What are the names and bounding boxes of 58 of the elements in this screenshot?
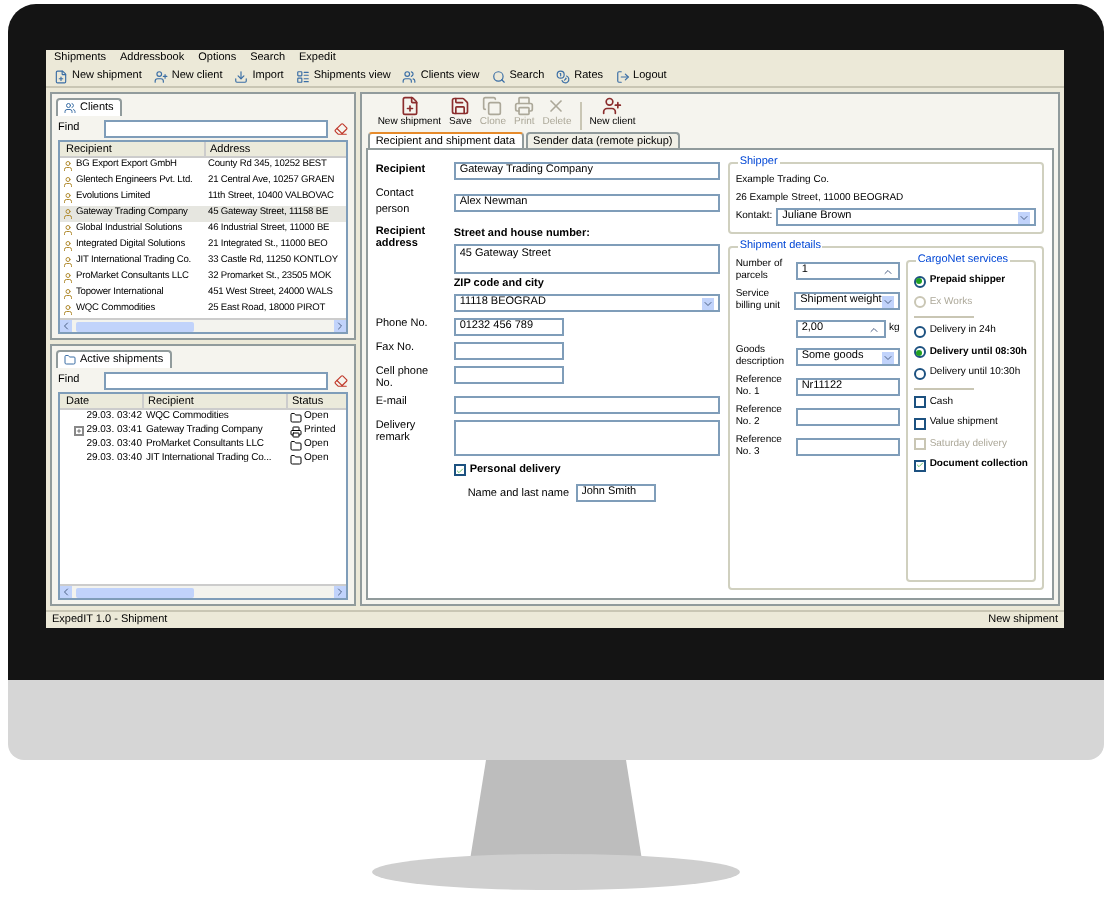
coins-icon (556, 69, 571, 83)
checkbox[interactable] (913, 459, 926, 472)
user-icon (62, 256, 74, 268)
users-icon (402, 69, 417, 83)
document-plus-icon (54, 69, 68, 83)
radio-button[interactable] (913, 346, 926, 359)
checkbox[interactable] (913, 396, 926, 409)
search-icon (491, 69, 506, 83)
find-field[interactable] (104, 371, 328, 389)
user-icon (62, 160, 74, 172)
text-field[interactable] (795, 438, 900, 456)
user-icon (62, 288, 74, 300)
folder-icon (64, 354, 76, 366)
folder-icon (290, 411, 302, 423)
logout-icon (615, 69, 630, 83)
dropdown-caret-icon (881, 295, 894, 307)
list-icon (295, 69, 310, 83)
dropdown-caret-icon (701, 297, 714, 309)
expand-icon[interactable] (74, 426, 85, 436)
scroll-left-icon[interactable] (60, 586, 72, 598)
check-icon (915, 460, 924, 471)
printer-icon (514, 95, 535, 115)
document-plus-icon (399, 95, 420, 115)
find-field[interactable] (104, 119, 328, 137)
printer-icon (290, 425, 302, 437)
horizontal-scrollbar[interactable] (60, 318, 346, 332)
text-field[interactable] (795, 408, 900, 426)
clear-filter-icon[interactable] (333, 373, 348, 387)
checkbox[interactable] (453, 464, 466, 477)
close-icon (546, 95, 567, 115)
horizontal-scrollbar[interactable] (60, 584, 346, 598)
download-icon (234, 69, 249, 83)
scroll-right-icon[interactable] (333, 586, 346, 598)
radio-button[interactable] (913, 275, 926, 288)
user-plus-icon (602, 95, 623, 115)
clear-filter-icon[interactable] (333, 121, 348, 135)
users-icon (64, 102, 76, 114)
checkbox[interactable] (913, 417, 926, 430)
scroll-right-icon[interactable] (333, 320, 346, 332)
text-field[interactable] (453, 366, 564, 384)
radio-button[interactable] (913, 325, 926, 338)
text-field[interactable] (453, 342, 564, 360)
user-plus-icon (153, 69, 168, 83)
copy-icon (482, 95, 503, 115)
save-icon (450, 95, 471, 115)
user-icon (62, 304, 74, 316)
user-icon (62, 240, 74, 252)
scroll-left-icon[interactable] (60, 320, 72, 332)
dropdown-caret-icon (881, 351, 894, 363)
user-icon (62, 272, 74, 284)
user-icon (62, 176, 74, 188)
text-field[interactable] (453, 396, 720, 414)
user-icon (62, 192, 74, 204)
dropdown-caret-icon (1018, 211, 1030, 223)
user-icon (62, 208, 74, 220)
user-icon (62, 224, 74, 236)
check-icon (455, 465, 464, 476)
radio-button[interactable] (913, 367, 926, 380)
